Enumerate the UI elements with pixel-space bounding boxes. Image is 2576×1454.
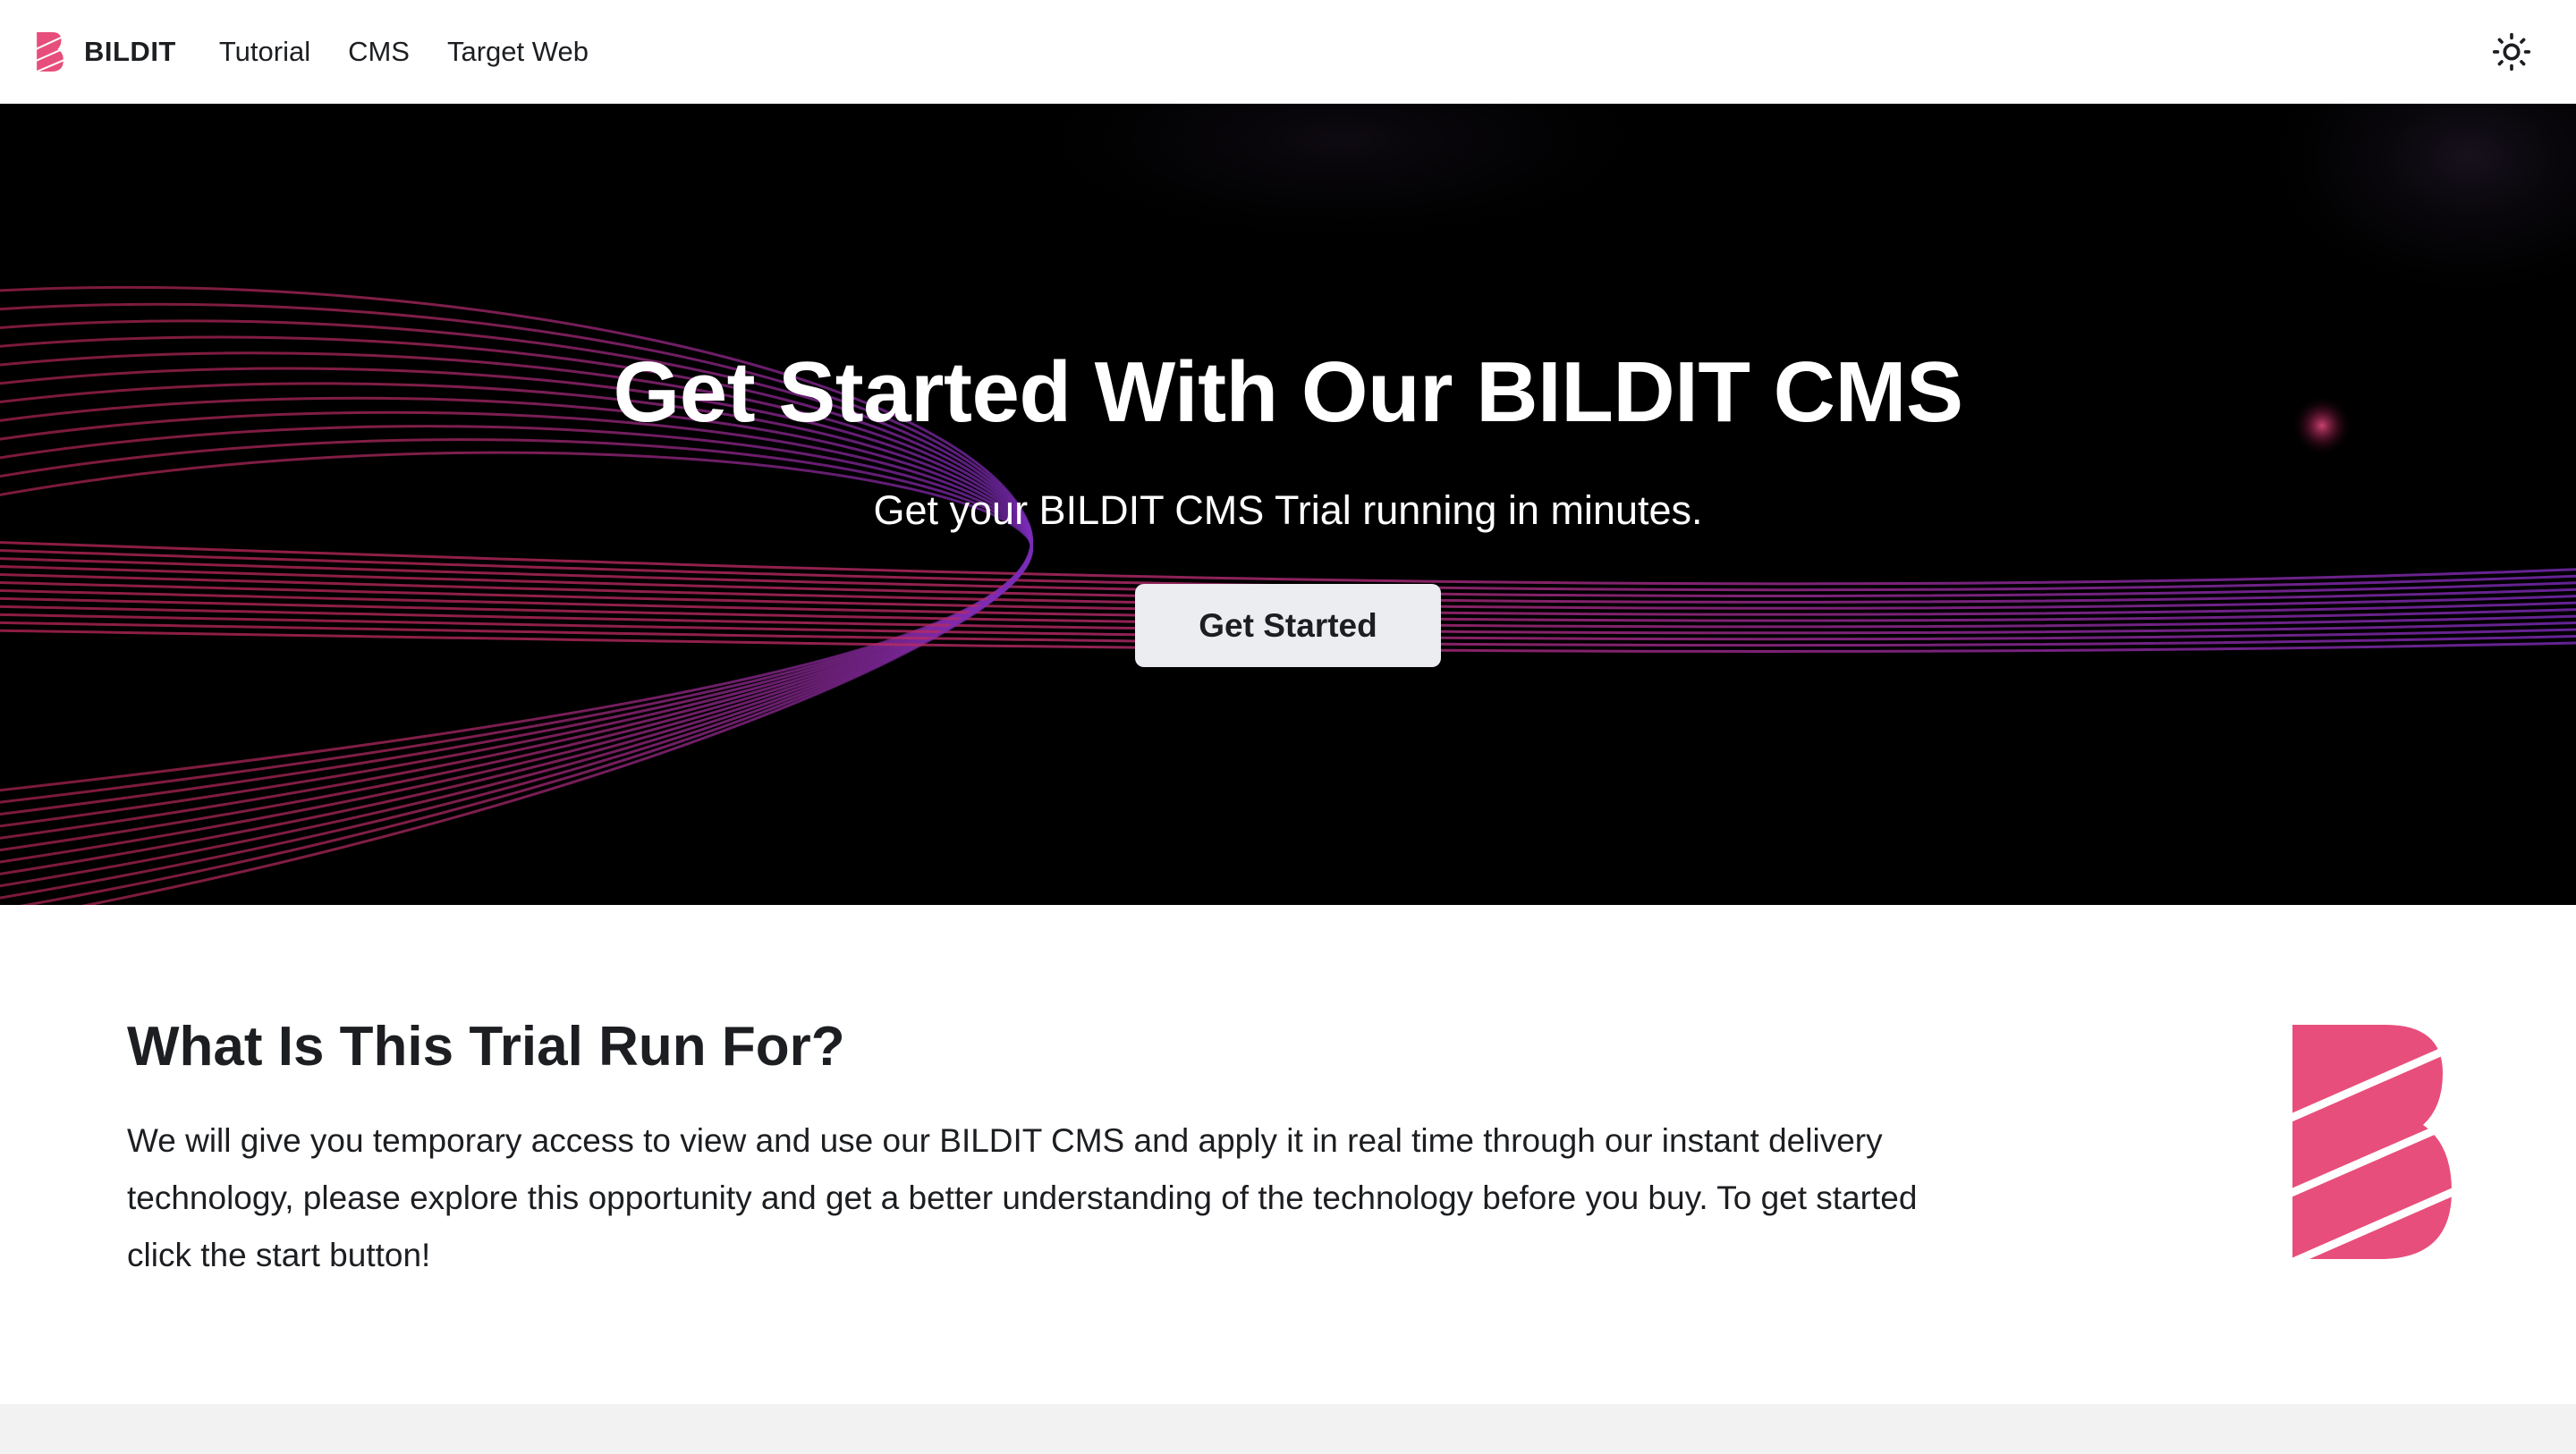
brand-link[interactable]: BILDIT <box>36 32 176 72</box>
bildit-logo-icon <box>2292 1025 2452 1259</box>
bildit-logo-icon <box>36 32 64 72</box>
hero-banner: Get Started With Our BILDIT CMS Get your… <box>0 104 2576 905</box>
features-heading: What Is This Trial Run For? <box>127 1016 845 1078</box>
hero-title: Get Started With Our BILDIT CMS <box>613 344 1963 440</box>
brand-title: BILDIT <box>84 36 176 67</box>
theme-toggle-button[interactable] <box>2483 23 2540 80</box>
nav-link-target-web[interactable]: Target Web <box>440 27 596 77</box>
footer-strip <box>0 1404 2576 1454</box>
features-description: We will give you temporary access to vie… <box>127 1122 1918 1273</box>
nav-link-tutorial[interactable]: Tutorial <box>212 27 318 77</box>
sun-icon <box>2492 32 2531 72</box>
get-started-button[interactable]: Get Started <box>1135 584 1441 667</box>
navbar: BILDIT Tutorial CMS Target Web <box>0 0 2576 104</box>
nav-link-cms[interactable]: CMS <box>341 27 417 77</box>
features-section: What Is This Trial Run For? We will give… <box>0 905 2576 1404</box>
hero-content: Get Started With Our BILDIT CMS Get your… <box>0 104 2576 905</box>
hero-subtitle: Get your BILDIT CMS Trial running in min… <box>873 487 1703 533</box>
